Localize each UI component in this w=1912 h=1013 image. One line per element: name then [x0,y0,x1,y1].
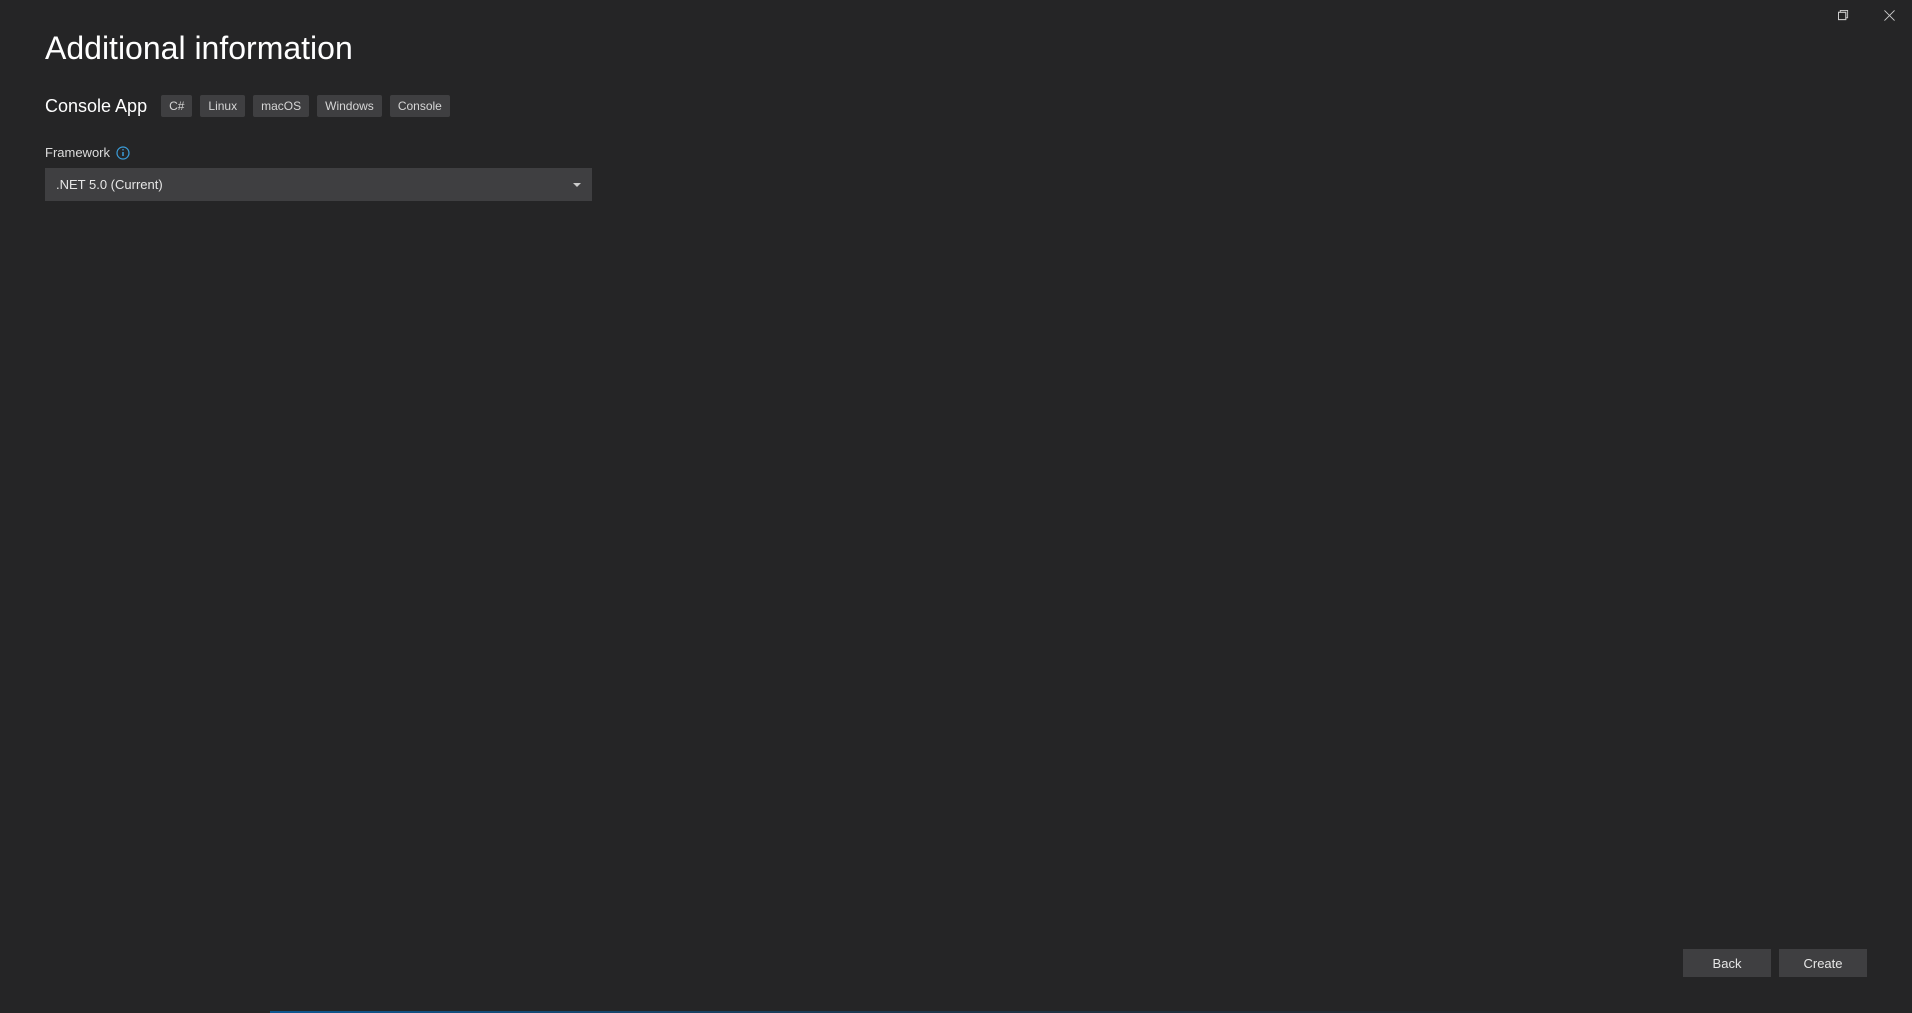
info-icon[interactable] [116,146,130,160]
tag: C# [161,95,192,117]
framework-label-row: Framework [45,145,1867,160]
maximize-restore-button[interactable] [1820,0,1866,30]
tag: macOS [253,95,309,117]
chevron-down-icon [573,183,581,187]
close-button[interactable] [1866,0,1912,30]
framework-dropdown[interactable]: .NET 5.0 (Current) [45,168,592,201]
create-button[interactable]: Create [1779,949,1867,977]
window-controls [1820,0,1912,30]
template-name: Console App [45,96,147,117]
template-tags: C# Linux macOS Windows Console [161,95,450,117]
tag: Linux [200,95,245,117]
tag: Console [390,95,450,117]
back-button[interactable]: Back [1683,949,1771,977]
footer-buttons: Back Create [1683,949,1867,977]
template-header: Console App C# Linux macOS Windows Conso… [45,95,1867,117]
page-title: Additional information [45,30,1867,67]
main-content: Additional information Console App C# Li… [0,0,1912,201]
framework-selected-value: .NET 5.0 (Current) [56,177,163,192]
tag: Windows [317,95,382,117]
framework-label: Framework [45,145,110,160]
